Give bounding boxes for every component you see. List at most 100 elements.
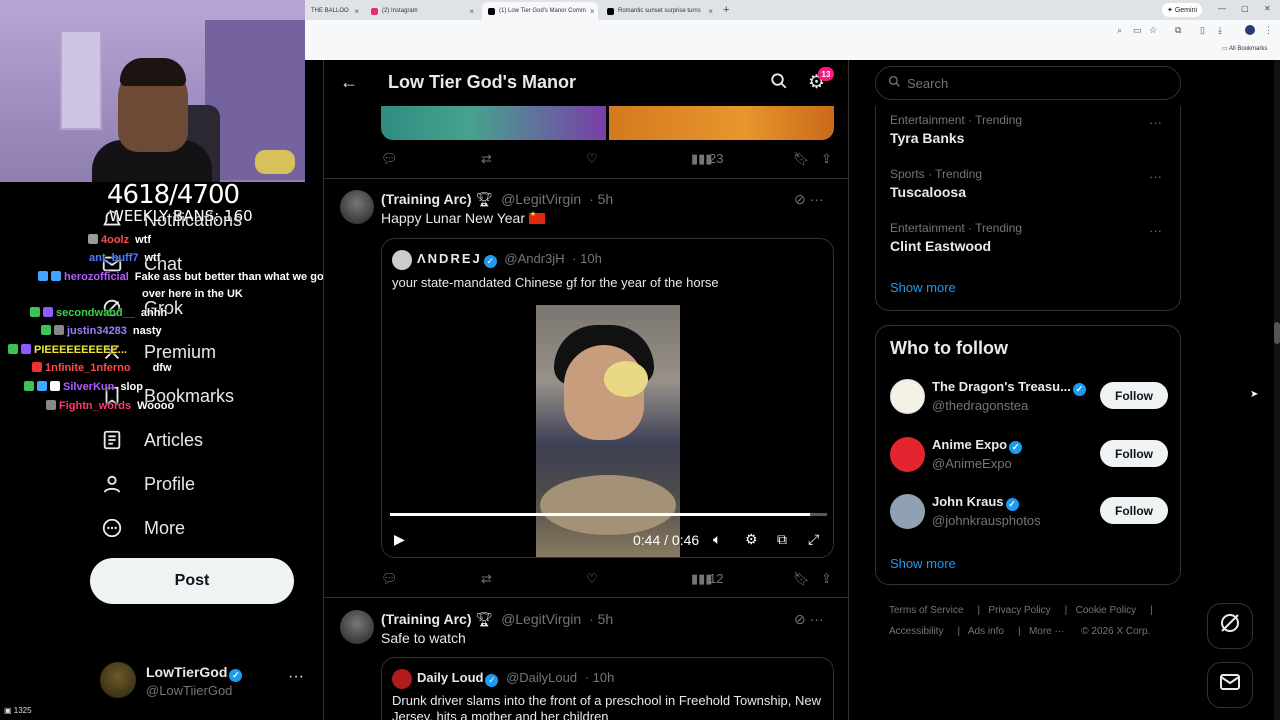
close-window-icon[interactable]: ✕ [1264, 4, 1271, 13]
footer-link[interactable]: Privacy Policy [988, 605, 1050, 616]
like-icon[interactable]: ♡ [586, 151, 598, 167]
grok-icon[interactable]: ⊘ [794, 611, 806, 627]
main-timeline[interactable]: ← Low Tier God's Manor ⚙ 13 💬︎ ⇄ ♡ ▮▮▮ 2… [323, 60, 849, 720]
fullscreen-icon[interactable]: ⤢ [808, 531, 819, 548]
browser-tab[interactable]: THE BALLOO × [305, 2, 365, 20]
browser-tab-active[interactable]: (1) Low Tier God's Manor Comm × [482, 2, 598, 20]
retweet-icon[interactable]: ⇄ [481, 571, 492, 587]
retweet-icon[interactable]: ⇄ [481, 151, 492, 167]
follow-suggestion[interactable]: The Dragon's Treasu... ✓ @thedragonstea F… [890, 376, 1170, 416]
nav-articles[interactable]: Articles [100, 428, 203, 452]
extensions-icon[interactable]: ⧉ [1175, 25, 1181, 36]
follow-suggestion[interactable]: John Kraus ✓ @johnkrausphotos Follow [890, 491, 1170, 531]
reply-icon[interactable]: 💬︎ [381, 151, 398, 167]
search-icon[interactable] [770, 72, 788, 95]
minimize-icon[interactable]: — [1218, 4, 1226, 13]
like-icon[interactable]: ♡ [586, 571, 598, 587]
video-player[interactable]: ▶ 0:44 / 0:46 🔈︎ ⚙ ⧉ ⤢ [382, 305, 833, 557]
pip-icon[interactable]: ⧉ [777, 531, 787, 548]
close-icon[interactable]: × [469, 7, 474, 16]
video-progress-bar[interactable] [390, 513, 827, 516]
browser-tab[interactable]: (2) Instagram × [365, 2, 480, 20]
close-icon[interactable]: × [708, 7, 713, 16]
follow-button[interactable]: Follow [1100, 382, 1168, 409]
reply-icon[interactable]: 💬︎ [381, 571, 398, 587]
new-tab-icon[interactable]: + [723, 4, 729, 16]
menu-kebab-icon[interactable]: ⋮ [1264, 25, 1273, 36]
previous-tweet-media[interactable] [381, 106, 834, 140]
search-input[interactable]: Search [875, 66, 1181, 100]
footer-link[interactable]: Terms of Service [889, 605, 963, 616]
quoted-tweet[interactable]: Daily Loud ✓ @DailyLoud · 10h Drunk drive… [381, 657, 834, 720]
grok-icon[interactable]: ⊘ [794, 191, 806, 207]
play-icon[interactable]: ▶ [394, 531, 405, 548]
avatar[interactable] [340, 190, 374, 224]
media-image[interactable] [609, 106, 834, 140]
profile-avatar-icon[interactable] [1245, 25, 1255, 35]
more-dots-icon[interactable]: ··· [810, 611, 824, 627]
share-icon[interactable]: ⇪ [821, 571, 832, 587]
views-count: 23 [709, 151, 724, 166]
bookmark-icon[interactable]: 🔖︎ [793, 571, 810, 587]
author-handle[interactable]: @LegitVirgin [501, 611, 581, 627]
follow-button[interactable]: Follow [1100, 440, 1168, 467]
show-more-link[interactable]: Show more [890, 556, 956, 571]
author-name[interactable]: (Training Arc) [381, 191, 472, 207]
grok-floating-button[interactable] [1207, 603, 1253, 649]
nav-more[interactable]: More [100, 516, 185, 540]
follow-suggestion[interactable]: Anime Expo ✓ @AnimeExpo Follow [890, 434, 1170, 474]
browser-tab[interactable]: Romantic sunset surprise turns × [601, 2, 719, 20]
media-image[interactable] [381, 106, 606, 140]
post-button[interactable]: Post [90, 558, 294, 604]
page-scrollbar[interactable] [1274, 60, 1280, 720]
nav-profile[interactable]: Profile [100, 472, 195, 496]
quoted-tweet[interactable]: ΛNDREJ ✓ @Andr3jH · 10h your state-mandat… [381, 238, 834, 558]
close-icon[interactable]: × [590, 7, 595, 16]
tweet-time[interactable]: · 5h [589, 191, 613, 207]
back-arrow-icon[interactable]: ← [340, 72, 358, 93]
show-more-link[interactable]: Show more [890, 280, 956, 295]
author-name[interactable]: (Training Arc) [381, 611, 472, 627]
download-icon[interactable]: ⤓ [1218, 25, 1222, 36]
footer-link[interactable]: Cookie Policy [1076, 605, 1137, 616]
cast-icon[interactable]: ▭ [1133, 25, 1142, 36]
zoom-icon[interactable]: ⌕ [1117, 25, 1122, 36]
scrollbar-thumb[interactable] [1274, 322, 1280, 344]
chat-message: Fightn_words Woooo [46, 400, 174, 412]
footer-link[interactable]: Accessibility [889, 626, 943, 637]
star-icon[interactable]: ☆ [1149, 25, 1157, 36]
share-icon[interactable]: ⇪ [821, 151, 832, 167]
more-dots-icon[interactable]: ··· [288, 668, 304, 686]
trend-item[interactable]: Entertainment · Trending Clint Eastwood … [890, 221, 1170, 254]
sidebar-icon[interactable]: ▯ [1200, 25, 1205, 36]
more-dots-icon[interactable]: ··· [1149, 223, 1162, 238]
maximize-icon[interactable]: ▢ [1241, 4, 1249, 13]
trend-category: Entertainment · Trending [890, 221, 1023, 235]
more-dots-icon[interactable]: ··· [810, 191, 824, 207]
chat-message: secondwand__ ahhh [30, 307, 167, 319]
china-flag-icon [528, 210, 545, 224]
trend-name: Tuscaloosa [890, 184, 966, 200]
more-dots-icon[interactable]: ··· [1149, 115, 1162, 130]
all-bookmarks[interactable]: ▭ All Bookmarks [1222, 45, 1267, 52]
avatar[interactable] [340, 610, 374, 644]
video-food [604, 361, 648, 397]
account-switcher[interactable]: LowTierGod ✓ @LowTiierGod ··· [100, 662, 310, 702]
weekly-bans: WEEKLY BANS: 160 [109, 207, 253, 225]
close-icon[interactable]: × [354, 7, 359, 16]
follow-button[interactable]: Follow [1100, 497, 1168, 524]
settings-icon[interactable]: ⚙ [745, 531, 758, 548]
footer-link[interactable]: More ··· [1029, 626, 1065, 637]
bookmark-icon[interactable]: 🔖︎ [793, 151, 810, 167]
footer-link[interactable]: Ads info [968, 626, 1004, 637]
nav-label: More [144, 517, 186, 538]
author-handle[interactable]: @LegitVirgin [501, 191, 581, 207]
messages-floating-button[interactable] [1207, 662, 1253, 708]
more-dots-icon[interactable]: ··· [1149, 169, 1162, 184]
tweet-time[interactable]: · 5h [589, 611, 613, 627]
trend-item[interactable]: Entertainment · Trending Tyra Banks ··· [890, 113, 1170, 146]
trend-category: Entertainment · Trending [890, 113, 1023, 127]
volume-icon[interactable]: 🔈︎ [713, 531, 721, 548]
trend-item[interactable]: Sports · Trending Tuscaloosa ··· [890, 167, 1170, 200]
gemini-button[interactable]: ✦ Gemini [1162, 3, 1202, 17]
